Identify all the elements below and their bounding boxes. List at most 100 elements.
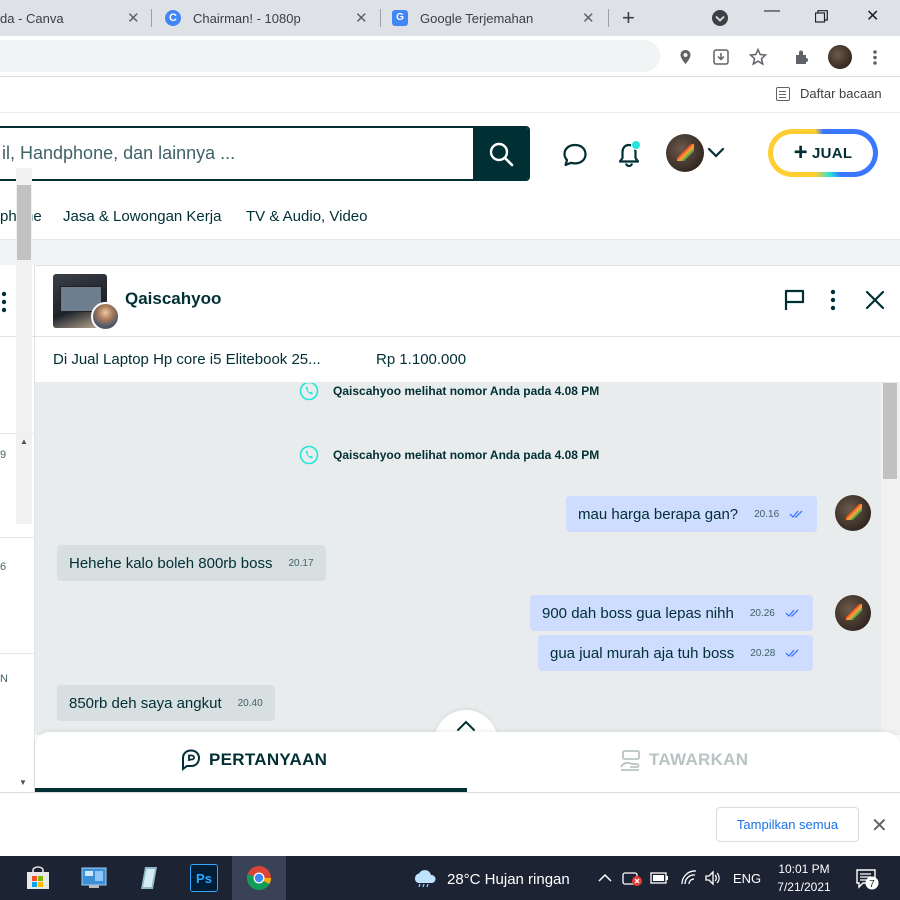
weather-cloud-icon[interactable]: [412, 869, 438, 887]
chairman-favicon: C: [165, 10, 181, 26]
message-text: Hehehe kalo boleh 800rb boss: [69, 554, 273, 572]
chat-more-options-icon[interactable]: [829, 288, 837, 312]
minimize-icon[interactable]: —: [764, 2, 780, 20]
product-info-bar[interactable]: Di Jual Laptop Hp core i5 Elitebook 25..…: [35, 337, 900, 383]
page-background: [0, 240, 900, 266]
message-time: 20.16: [754, 508, 780, 520]
phone-view-icon: [299, 445, 319, 465]
close-download-bar-icon[interactable]: ✕: [871, 813, 888, 838]
search-box: [0, 126, 530, 181]
question-icon: [182, 749, 201, 771]
message-bubble-incoming[interactable]: 850rb deh saya angkut 20.40: [57, 685, 275, 721]
message-text: 850rb deh saya angkut: [69, 694, 222, 712]
show-hidden-icons-chevron-icon[interactable]: [598, 873, 612, 883]
read-ticks-icon: [789, 509, 805, 519]
new-tab-icon[interactable]: +: [622, 5, 635, 31]
close-tab-icon[interactable]: ✕: [582, 9, 595, 27]
system-message: Qaiscahyoo melihat nomor Anda pada 4.08 …: [299, 445, 599, 465]
message-text: 900 dah boss gua lepas nihh: [542, 604, 734, 622]
category-link[interactable]: TV & Audio, Video: [246, 208, 367, 225]
conversation-item-count: N: [0, 673, 8, 685]
location-icon[interactable]: [679, 49, 692, 65]
my-avatar: [835, 495, 871, 531]
system-message: Qaiscahyoo melihat nomor Anda pada 4.08 …: [299, 383, 599, 401]
close-chat-icon[interactable]: [865, 288, 885, 312]
download-bar: Tampilkan semua ✕: [0, 792, 900, 856]
message-bubble-outgoing[interactable]: 900 dah boss gua lepas nihh 20.26: [530, 595, 813, 631]
extensions-icon[interactable]: [793, 48, 811, 66]
product-title: Di Jual Laptop Hp core i5 Elitebook 25..…: [53, 351, 321, 368]
window-close-icon[interactable]: ✕: [866, 6, 879, 26]
conversation-item-count: 9: [0, 449, 7, 461]
wifi-icon[interactable]: [680, 870, 698, 886]
control-panel-app-icon[interactable]: [80, 864, 108, 892]
tab-questions[interactable]: PERTANYAAN: [179, 748, 327, 772]
chat-scroll-thumb[interactable]: [883, 383, 897, 479]
bookmark-star-icon[interactable]: [749, 48, 767, 66]
chat-action-tabs: PERTANYAAN TAWARKAN: [35, 732, 900, 792]
battery-icon[interactable]: [650, 870, 670, 886]
category-link[interactable]: Jasa & Lowongan Kerja: [63, 208, 221, 225]
message-text: mau harga berapa gan?: [578, 505, 739, 523]
reading-list-icon: [776, 86, 790, 101]
close-tab-icon[interactable]: ✕: [127, 9, 140, 27]
product-price: Rp 1.100.000: [376, 351, 467, 368]
chat-icon[interactable]: [560, 140, 590, 170]
search-input[interactable]: [2, 128, 476, 179]
tab-separator: [151, 9, 152, 27]
phone-view-icon: [299, 383, 319, 401]
antivirus-icon[interactable]: [622, 869, 644, 887]
system-message-text: Qaiscahyoo melihat nomor Anda pada 4.08 …: [333, 384, 600, 398]
windows-taskbar: Ps 28°C Hujan ringan ENG 10:01 PM 7/21/2…: [0, 856, 900, 900]
volume-icon[interactable]: [704, 870, 722, 886]
photoshop-app-icon[interactable]: Ps: [190, 864, 218, 892]
bookmarks-bar: [0, 77, 900, 113]
plus-icon: +: [793, 139, 808, 166]
scroll-down-arrow[interactable]: ▼: [19, 778, 27, 787]
tab-search-icon[interactable]: [711, 9, 729, 27]
search-button[interactable]: [473, 128, 528, 179]
sell-button[interactable]: + JUAL: [768, 129, 878, 177]
contact-name[interactable]: Qaiscahyoo: [125, 289, 221, 309]
list-divider: [0, 653, 35, 654]
browser-profile-avatar[interactable]: [828, 45, 852, 69]
chrome-app-icon[interactable]: [245, 864, 273, 892]
close-tab-icon[interactable]: ✕: [355, 9, 368, 27]
notes-app-icon[interactable]: [134, 864, 162, 892]
sell-label: JUAL: [811, 144, 853, 162]
install-app-icon[interactable]: [713, 49, 729, 65]
tab-google-translate[interactable]: G Google Terjemahan ✕: [392, 0, 607, 36]
restore-icon[interactable]: [815, 10, 828, 23]
tab-title: Chairman! - 1080p: [193, 10, 301, 26]
system-clock[interactable]: 10:01 PM 7/21/2021: [770, 860, 838, 896]
reading-list-button[interactable]: Daftar bacaan: [776, 86, 882, 101]
message-bubble-outgoing[interactable]: mau harga berapa gan? 20.16: [566, 496, 818, 532]
tab-separator: [380, 9, 381, 27]
conversation-list-scroll-thumb[interactable]: [17, 185, 31, 260]
browser-tab-bar: da - Canva ✕ C Chairman! - 1080p ✕ G Goo…: [0, 0, 900, 36]
tab-chairman[interactable]: C Chairman! - 1080p ✕: [165, 0, 380, 36]
message-time: 20.26: [749, 607, 775, 619]
action-center-icon[interactable]: 7: [855, 868, 881, 890]
tab-canva[interactable]: da - Canva ✕: [0, 0, 150, 36]
tab-offer[interactable]: TAWARKAN: [619, 748, 748, 772]
message-time: 20.40: [237, 697, 263, 709]
user-avatar[interactable]: [666, 134, 704, 172]
system-message-text: Qaiscahyoo melihat nomor Anda pada 4.08 …: [333, 448, 600, 462]
chevron-down-icon[interactable]: [706, 143, 726, 163]
weather-text[interactable]: 28°C Hujan ringan: [447, 871, 570, 888]
message-bubble-outgoing[interactable]: gua jual murah aja tuh boss 20.28: [538, 635, 814, 671]
scroll-up-arrow[interactable]: ▲: [20, 437, 28, 446]
input-language[interactable]: ENG: [733, 871, 761, 886]
tab-title: da - Canva: [0, 10, 64, 26]
contact-avatar: [91, 302, 120, 331]
my-avatar: [835, 595, 871, 631]
message-bubble-incoming[interactable]: Hehehe kalo boleh 800rb boss 20.17: [57, 545, 326, 581]
omnibox[interactable]: [0, 40, 660, 72]
store-app-icon[interactable]: [24, 864, 52, 892]
browser-menu-icon[interactable]: [872, 49, 878, 66]
show-all-downloads-button[interactable]: Tampilkan semua: [716, 807, 859, 842]
more-options-icon[interactable]: [0, 291, 8, 313]
report-flag-icon[interactable]: [783, 288, 807, 312]
category-bar: phone Jasa & Lowongan Kerja TV & Audio, …: [0, 194, 900, 240]
